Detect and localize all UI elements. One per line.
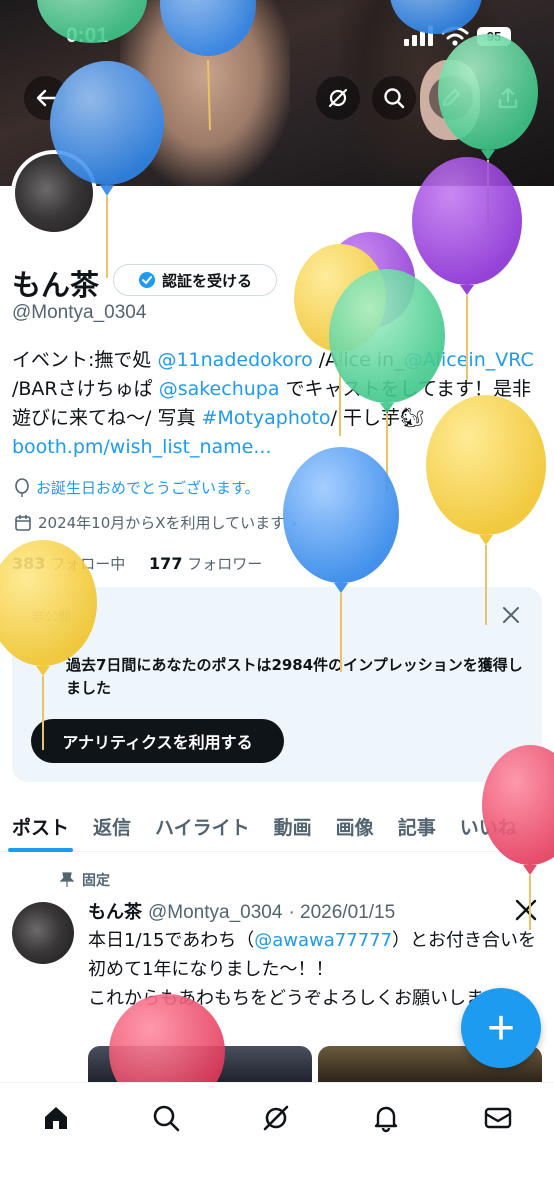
- profile-avatar[interactable]: [11, 150, 97, 236]
- back-arrow-icon: [36, 89, 57, 107]
- profile-bio: イベント:撫で処 @11nadedokoro /Alice in_@Alicei…: [12, 346, 542, 462]
- nav-messages[interactable]: [478, 1098, 518, 1138]
- wifi-icon: [441, 26, 469, 46]
- tab-photos[interactable]: 画像: [324, 800, 386, 852]
- birthday-text[interactable]: お誕生日おめでとうございます。: [36, 477, 260, 498]
- post-text-3: これからもあわもちをどうぞよろしくお願いします🫶: [88, 988, 525, 1009]
- mail-icon: [484, 1107, 512, 1129]
- use-analytics-button[interactable]: アナリティクスを利用する: [31, 719, 284, 763]
- edit-button[interactable]: [429, 76, 473, 120]
- profile-handle: @Montya_0304: [12, 302, 147, 323]
- joined-text: 2024年10月からXを利用しています: [38, 514, 286, 532]
- followers-label: フォロワー: [187, 555, 263, 573]
- pencil-icon: [443, 89, 460, 106]
- balloon-icon: [15, 477, 29, 497]
- nav-search[interactable]: [146, 1098, 186, 1138]
- bio-mention-nadedokoro[interactable]: @11nadedokoro: [157, 349, 312, 371]
- pinned-label: 固定: [82, 873, 110, 889]
- bio-mention-alicein[interactable]: @Alicein_VRC: [404, 349, 534, 371]
- bio-text-1: イベント:撫で処: [12, 349, 158, 371]
- tab-replies[interactable]: 返信: [81, 800, 143, 852]
- verified-badge-icon: [138, 272, 155, 288]
- bio-text-2: /Alice in_: [312, 349, 404, 371]
- search-icon: [153, 1105, 180, 1132]
- post-header: もん茶 @Montya_0304 · 2026/01/15: [88, 898, 395, 924]
- bio-link-booth[interactable]: booth.pm/wish_list_name...: [12, 436, 271, 458]
- profile-tabs: ポスト 返信 ハイライト 動画 画像 記事 いいね: [0, 800, 554, 852]
- signal-icon: [404, 26, 433, 46]
- tab-highlights[interactable]: ハイライト: [143, 800, 262, 852]
- tab-videos[interactable]: 動画: [262, 800, 324, 852]
- post-mention[interactable]: @awawa77777: [254, 930, 392, 951]
- post-author-handle[interactable]: @Montya_0304: [148, 902, 282, 924]
- search-button[interactable]: [372, 76, 416, 120]
- analytics-card-title: 過去7日間にあなたのポストは2984件のインプレッションを獲得しました: [66, 656, 523, 697]
- nav-notifications[interactable]: [366, 1098, 406, 1138]
- private-label: 非公開: [32, 610, 72, 625]
- compose-button[interactable]: +: [461, 988, 541, 1068]
- joined-row[interactable]: 2024年10月からXを利用しています ›: [14, 512, 297, 533]
- share-icon: [498, 87, 518, 109]
- bio-text-3: /BARさけちゅぱ: [12, 378, 159, 400]
- followers-count: 177: [149, 554, 183, 573]
- grok-icon: [263, 1105, 289, 1131]
- tab-likes[interactable]: いいね: [448, 800, 529, 852]
- bio-mention-sakechupa[interactable]: @sakechupa: [159, 378, 280, 400]
- home-icon: [45, 1107, 67, 1129]
- tab-articles[interactable]: 記事: [386, 800, 448, 852]
- grok-button[interactable]: [316, 76, 360, 120]
- status-time: 0:01: [66, 24, 109, 47]
- post-author-avatar[interactable]: [12, 902, 74, 964]
- following-link[interactable]: 383 フォロー中: [12, 554, 126, 573]
- bell-icon: [374, 1106, 398, 1133]
- share-button[interactable]: [486, 76, 530, 120]
- post-date: · 2026/01/15: [288, 902, 396, 923]
- nav-home[interactable]: [36, 1098, 76, 1138]
- post-text-1: 本日1/15であわち（: [88, 930, 255, 951]
- birthday-row: お誕生日おめでとうございます。: [14, 477, 260, 498]
- pinned-indicator: 固定: [60, 870, 110, 890]
- post-author-name[interactable]: もん茶: [88, 898, 142, 924]
- following-count: 383: [12, 554, 46, 573]
- bio-text-5: / 干し芋🐿: [330, 407, 425, 429]
- battery-indicator: 95: [477, 27, 511, 46]
- get-verified-button[interactable]: 認証を受ける: [113, 264, 277, 296]
- followers-link[interactable]: 177 フォロワー: [149, 554, 263, 573]
- close-icon[interactable]: [502, 606, 520, 624]
- banner-character-left: [120, 0, 290, 186]
- back-button[interactable]: [24, 76, 68, 120]
- calendar-icon: [15, 514, 31, 531]
- post-image-1[interactable]: [88, 1046, 312, 1082]
- search-icon: [384, 88, 405, 109]
- profile-name: もん茶: [12, 268, 100, 302]
- verify-label: 認証を受ける: [161, 271, 252, 290]
- following-label: フォロー中: [50, 555, 126, 573]
- chevron-right-icon: ›: [291, 513, 298, 532]
- nav-grok[interactable]: [256, 1098, 296, 1138]
- bio-hashtag-motyaphoto[interactable]: #Motyaphoto: [201, 407, 330, 429]
- pin-icon: [60, 872, 74, 887]
- follow-stats: 383 フォロー中 177 フォロワー: [12, 553, 262, 574]
- grok-icon: [328, 88, 348, 108]
- x-logo-icon[interactable]: [514, 898, 538, 922]
- tab-posts[interactable]: ポスト: [0, 800, 81, 852]
